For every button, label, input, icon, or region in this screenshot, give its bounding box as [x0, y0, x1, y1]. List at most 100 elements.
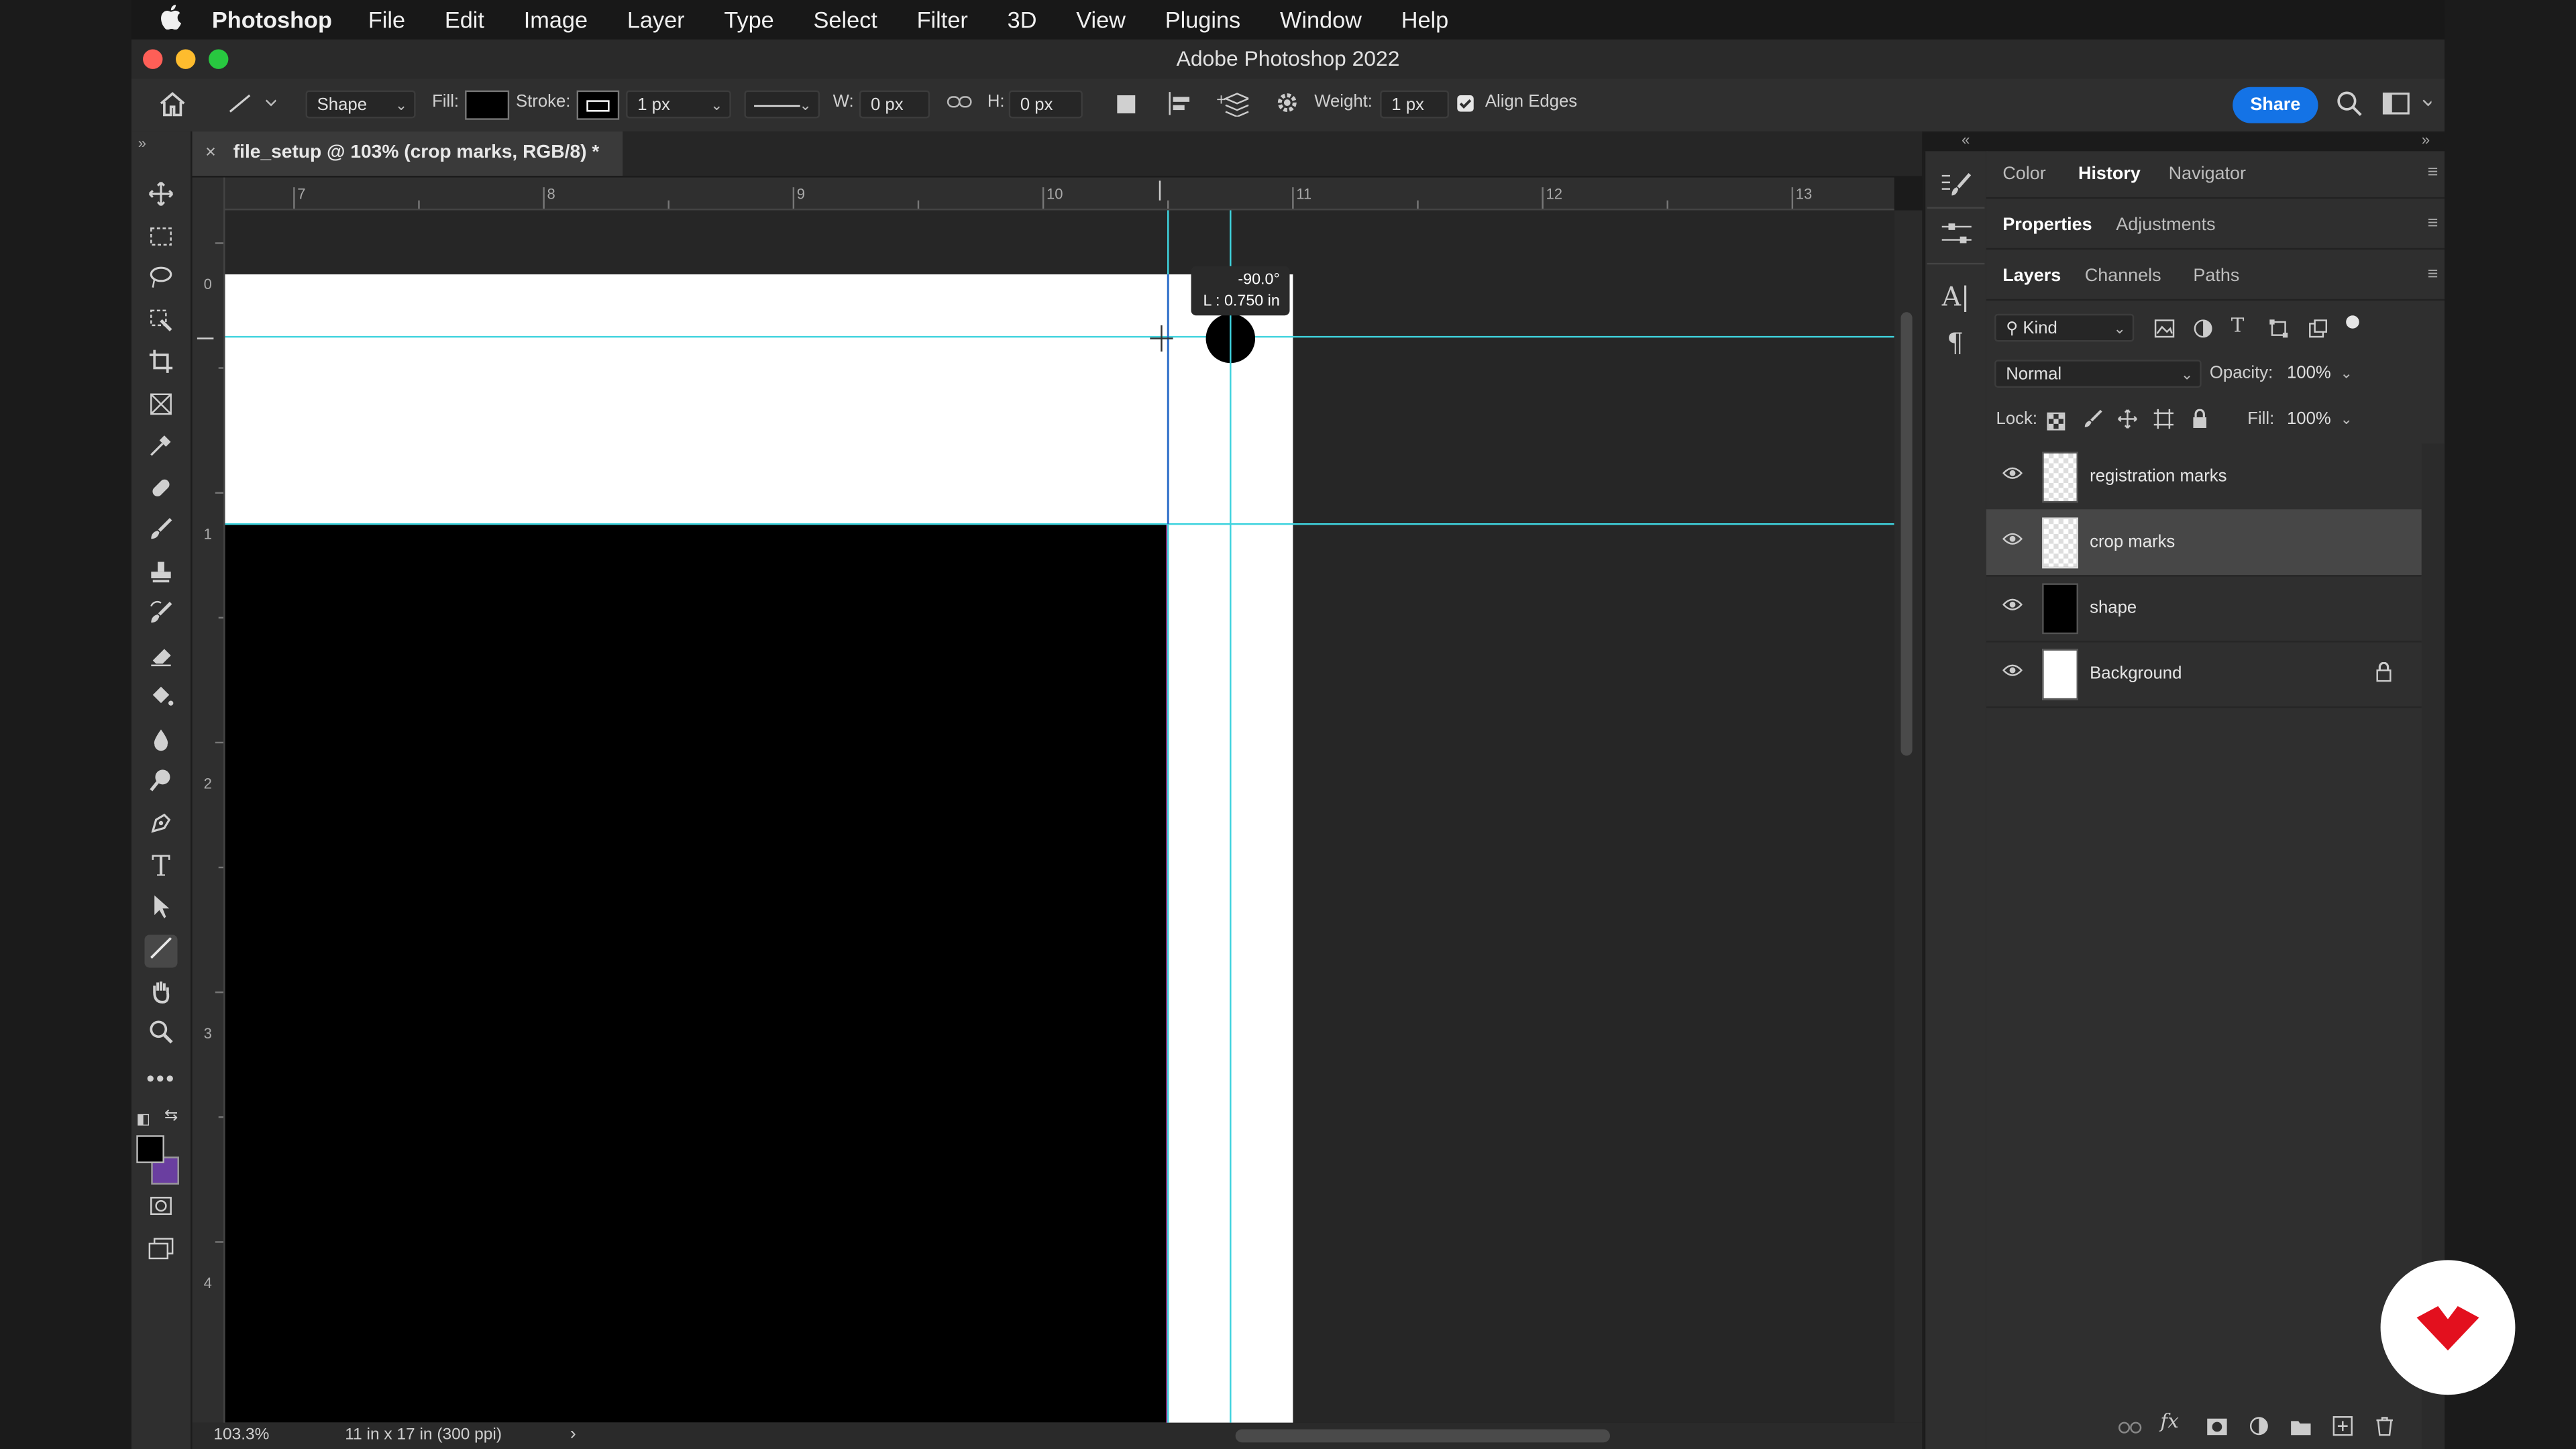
- blur-tool-icon[interactable]: [145, 726, 178, 759]
- path-arrangement-icon[interactable]: +: [1216, 91, 1251, 122]
- home-icon[interactable]: [158, 91, 187, 122]
- path-alignment-icon[interactable]: [1167, 91, 1193, 122]
- menu-select[interactable]: Select: [814, 7, 877, 33]
- pixel-layer-filter-icon[interactable]: [2154, 317, 2176, 347]
- share-button[interactable]: Share: [2233, 87, 2318, 123]
- layer-row[interactable]: Background: [1986, 641, 2422, 708]
- gear-icon[interactable]: [1275, 91, 1299, 120]
- type-layer-filter-icon[interactable]: T: [2231, 314, 2245, 337]
- brush-tool-icon[interactable]: [145, 516, 178, 549]
- search-icon[interactable]: [2336, 91, 2362, 122]
- adjustment-layer-filter-icon[interactable]: [2193, 317, 2212, 347]
- tab-navigator[interactable]: Navigator: [2169, 164, 2246, 184]
- close-tab-icon[interactable]: ×: [205, 143, 216, 162]
- menu-3d[interactable]: 3D: [1008, 7, 1037, 33]
- default-colors-icon[interactable]: ◧: [136, 1111, 150, 1129]
- link-layers-icon[interactable]: [2118, 1415, 2143, 1444]
- app-menu-photoshop[interactable]: Photoshop: [212, 7, 332, 33]
- tab-layers[interactable]: Layers: [2002, 266, 2061, 286]
- eye-icon[interactable]: [2002, 532, 2023, 550]
- menu-help[interactable]: Help: [1401, 7, 1449, 33]
- tab-paths[interactable]: Paths: [2193, 266, 2239, 286]
- document-canvas[interactable]: -90.0° L : 0.750 in: [225, 210, 1894, 1423]
- eraser-tool-icon[interactable]: [145, 643, 178, 676]
- lock-position-icon[interactable]: [2118, 407, 2137, 437]
- tab-history[interactable]: History: [2078, 164, 2141, 184]
- menu-file[interactable]: File: [368, 7, 405, 33]
- path-selection-tool-icon[interactable]: [145, 894, 178, 926]
- lock-all-icon[interactable]: [2192, 407, 2208, 437]
- more-tools-icon[interactable]: •••: [145, 1061, 178, 1094]
- stroke-swatch[interactable]: [576, 90, 620, 120]
- expand-panels-icon[interactable]: »: [2422, 131, 2430, 148]
- smart-object-filter-icon[interactable]: [2308, 317, 2328, 347]
- delete-layer-icon[interactable]: [2375, 1415, 2394, 1444]
- shape-layer-filter-icon[interactable]: [2269, 317, 2288, 347]
- adjustments-icon[interactable]: [1940, 220, 1973, 254]
- horizontal-scrollbar-thumb[interactable]: [1235, 1429, 1611, 1443]
- tab-properties[interactable]: Properties: [2002, 215, 2092, 235]
- filter-toggle-icon[interactable]: [2346, 315, 2359, 329]
- panel-menu-icon[interactable]: ≡: [2428, 162, 2438, 182]
- menu-layer[interactable]: Layer: [627, 7, 685, 33]
- menu-image[interactable]: Image: [524, 7, 588, 33]
- stroke-width-select[interactable]: 1 px ⌄: [626, 90, 731, 119]
- new-layer-icon[interactable]: [2332, 1415, 2353, 1444]
- swap-colors-icon[interactable]: ⇆: [164, 1108, 178, 1126]
- collapse-panels-icon[interactable]: «: [1962, 131, 1970, 148]
- lock-artboard-icon[interactable]: [2153, 407, 2174, 437]
- stroke-type-select[interactable]: ⌄: [744, 90, 820, 119]
- marquee-tool-icon[interactable]: [145, 223, 178, 256]
- pen-tool-icon[interactable]: [145, 810, 178, 843]
- type-tool-icon[interactable]: T: [145, 851, 178, 884]
- frame-tool-icon[interactable]: [145, 391, 178, 424]
- tab-color[interactable]: Color: [2002, 164, 2045, 184]
- fill-swatch[interactable]: [465, 90, 510, 120]
- menu-plugins[interactable]: Plugins: [1165, 7, 1240, 33]
- dodge-tool-icon[interactable]: [145, 767, 178, 800]
- menu-edit[interactable]: Edit: [445, 7, 484, 33]
- workspace-icon[interactable]: [2382, 92, 2434, 120]
- line-tool-icon[interactable]: [144, 934, 178, 968]
- hand-tool-icon[interactable]: [145, 977, 178, 1010]
- panel-menu-icon[interactable]: ≡: [2428, 213, 2438, 233]
- tab-channels[interactable]: Channels: [2085, 266, 2161, 286]
- width-input[interactable]: 0 px: [859, 90, 930, 119]
- menu-view[interactable]: View: [1076, 7, 1126, 33]
- path-operations-icon[interactable]: [1117, 95, 1136, 113]
- healing-brush-tool-icon[interactable]: [145, 475, 178, 508]
- foreground-color-swatch[interactable]: [136, 1135, 164, 1163]
- new-group-icon[interactable]: [2290, 1415, 2312, 1444]
- new-adjustment-layer-icon[interactable]: [2249, 1415, 2269, 1444]
- layer-style-icon[interactable]: fx: [2160, 1409, 2178, 1432]
- history-brush-tool-icon[interactable]: [145, 600, 178, 633]
- panel-collapse-icon[interactable]: »: [138, 135, 146, 151]
- weight-input[interactable]: 1 px: [1380, 90, 1450, 119]
- layer-row[interactable]: shape: [1986, 575, 2422, 643]
- zoom-level[interactable]: 103.3%: [213, 1426, 269, 1444]
- lock-transparent-icon[interactable]: [2047, 409, 2065, 439]
- document-tab[interactable]: × file_setup @ 103% (crop marks, RGB/8) …: [192, 131, 623, 176]
- screen-mode-icon[interactable]: [145, 1236, 178, 1269]
- lasso-tool-icon[interactable]: [145, 264, 178, 297]
- add-mask-icon[interactable]: [2206, 1415, 2228, 1444]
- tab-adjustments[interactable]: Adjustments: [2116, 215, 2215, 235]
- layer-row[interactable]: registration marks: [1986, 443, 2422, 511]
- eye-icon[interactable]: [2002, 663, 2023, 682]
- layer-filter-select[interactable]: ⚲ Kind ⌄: [1994, 313, 2135, 342]
- zoom-tool-icon[interactable]: [145, 1018, 178, 1051]
- eye-icon[interactable]: [2002, 467, 2023, 485]
- panel-menu-icon[interactable]: ≡: [2428, 264, 2438, 284]
- lock-pixels-icon[interactable]: [2083, 407, 2102, 437]
- scrollbar-thumb[interactable]: [1900, 312, 1913, 756]
- shape-mode-select[interactable]: Shape ⌄: [305, 90, 416, 119]
- apple-icon[interactable]: [161, 3, 182, 36]
- object-selection-tool-icon[interactable]: [145, 307, 178, 340]
- align-edges-checkbox[interactable]: [1457, 95, 1474, 112]
- height-input[interactable]: 0 px: [1008, 90, 1083, 119]
- menu-type[interactable]: Type: [724, 7, 773, 33]
- status-menu-arrow[interactable]: ›: [570, 1424, 576, 1444]
- clone-stamp-tool-icon[interactable]: [145, 559, 178, 592]
- layer-row-selected[interactable]: crop marks: [1986, 509, 2422, 577]
- link-icon[interactable]: [947, 92, 973, 117]
